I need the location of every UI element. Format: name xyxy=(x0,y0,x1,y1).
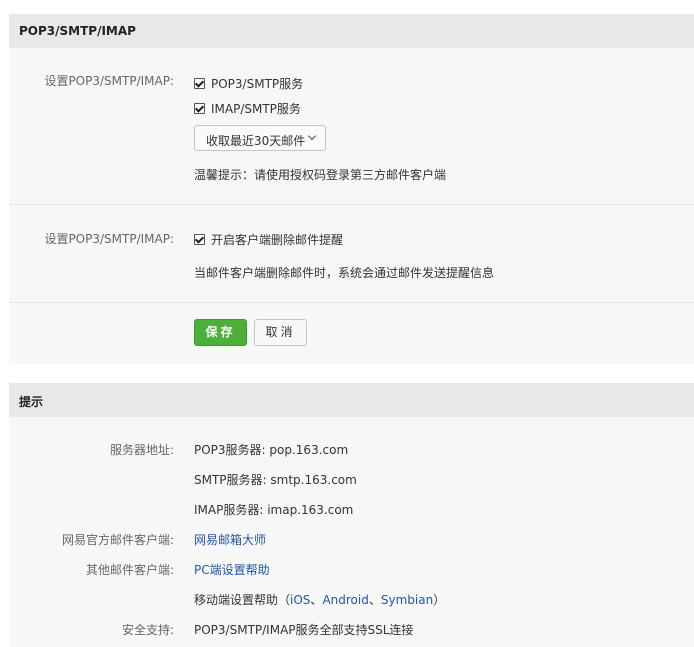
mobile-help-line: 移动端设置帮助（iOS、Android、Symbian） xyxy=(194,591,445,608)
row1-label: 设置POP3/SMTP/IMAP: xyxy=(44,74,174,88)
ios-help-link[interactable]: iOS xyxy=(290,593,310,607)
delete-alert-checkbox-icon[interactable] xyxy=(194,234,205,245)
pop3-panel-title: POP3/SMTP/IMAP xyxy=(19,24,136,38)
delete-alert-label: 开启客户端删除邮件提醒 xyxy=(211,233,344,247)
separator: 、 xyxy=(310,593,323,607)
tips-panel-title: 提示 xyxy=(19,395,44,409)
pop3-server-text: POP3服务器: pop.163.com xyxy=(194,443,349,457)
official-client-label: 网易官方邮件客户端: xyxy=(61,533,174,547)
save-button[interactable]: 保存 xyxy=(194,319,247,346)
security-value: POP3/SMTP/IMAP服务全部支持SSL连接 xyxy=(194,623,414,637)
cancel-button[interactable]: 取消 xyxy=(254,319,307,346)
auth-code-hint: 温馨提示：请使用授权码登录第三方邮件客户端 xyxy=(194,168,447,182)
tips-panel-header: 提示 xyxy=(9,383,694,417)
divider xyxy=(9,204,694,205)
pop3-checkbox-icon[interactable] xyxy=(194,78,205,89)
pop3-smtp-checkbox[interactable]: POP3/SMTP服务 xyxy=(194,75,303,92)
row2-label: 设置POP3/SMTP/IMAP: xyxy=(44,232,174,246)
receive-range-select[interactable]: 收取最近30天邮件 xyxy=(194,125,326,151)
mobile-help-suffix: ） xyxy=(433,593,446,607)
mail-master-link[interactable]: 网易邮箱大师 xyxy=(194,533,266,547)
other-client-label: 其他邮件客户端: xyxy=(85,563,174,577)
mobile-help-prefix: 移动端设置帮助（ xyxy=(194,593,291,607)
pc-help-link[interactable]: PC端设置帮助 xyxy=(194,563,270,577)
separator: 、 xyxy=(368,593,381,607)
imap-server-text: IMAP服务器: imap.163.com xyxy=(194,503,354,517)
android-help-link[interactable]: Android xyxy=(322,593,368,607)
delete-alert-description: 当邮件客户端删除邮件时，系统会通过邮件发送提醒信息 xyxy=(194,266,495,280)
server-address-label: 服务器地址: xyxy=(109,443,174,457)
imap-smtp-checkbox[interactable]: IMAP/SMTP服务 xyxy=(194,100,301,117)
security-label: 安全支持: xyxy=(121,623,174,637)
symbian-help-link[interactable]: Symbian xyxy=(381,593,433,607)
pop3-checkbox-label: POP3/SMTP服务 xyxy=(211,77,304,91)
chevron-down-icon xyxy=(307,131,317,141)
tips-panel: 提示 服务器地址: POP3服务器: pop.163.com SMTP服务器: … xyxy=(9,383,694,647)
divider xyxy=(9,302,694,303)
imap-checkbox-label: IMAP/SMTP服务 xyxy=(211,102,301,116)
imap-checkbox-icon[interactable] xyxy=(194,103,205,114)
pop3-settings-panel: POP3/SMTP/IMAP 设置POP3/SMTP/IMAP: POP3/SM… xyxy=(9,14,694,364)
receive-range-value: 收取最近30天邮件 xyxy=(206,134,306,148)
smtp-server-text: SMTP服务器: smtp.163.com xyxy=(194,473,357,487)
delete-alert-checkbox[interactable]: 开启客户端删除邮件提醒 xyxy=(194,231,343,248)
pop3-panel-header: POP3/SMTP/IMAP xyxy=(9,14,694,48)
